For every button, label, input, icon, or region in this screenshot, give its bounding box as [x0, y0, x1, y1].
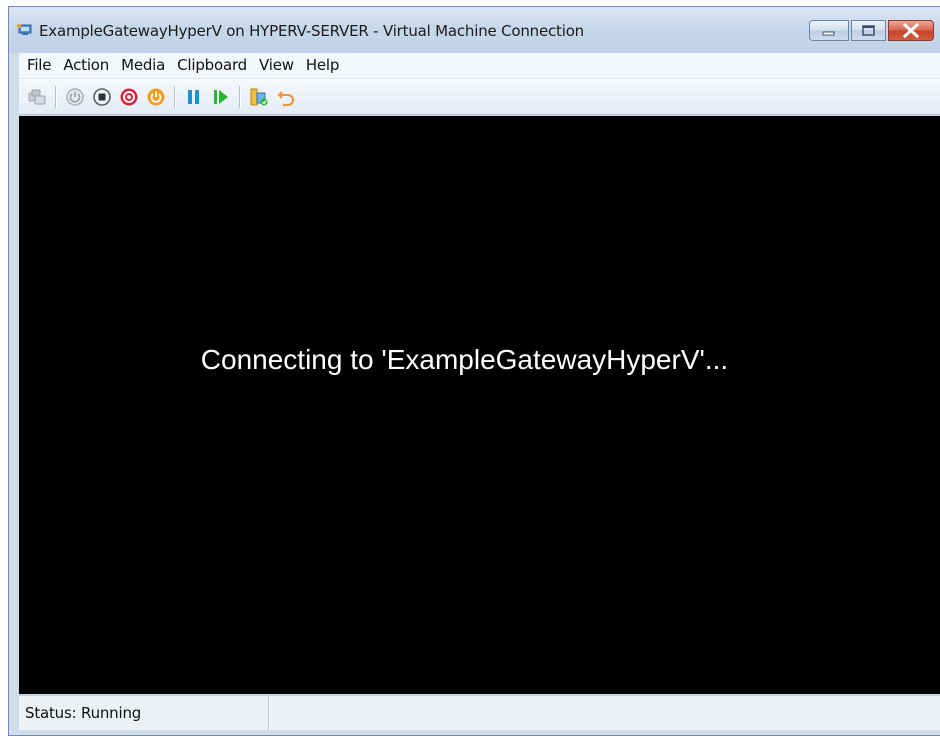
vm-connection-window: ExampleGatewayHyperV on HYPERV-SERVER - … — [8, 6, 940, 736]
menu-view[interactable]: View — [253, 53, 300, 78]
save-button[interactable] — [146, 87, 166, 107]
toolbar — [19, 79, 940, 115]
maximize-icon — [862, 25, 875, 36]
checkpoint-button[interactable] — [249, 87, 269, 107]
menu-file[interactable]: File — [19, 53, 57, 78]
close-button[interactable] — [888, 20, 934, 41]
start-button[interactable] — [65, 87, 85, 107]
title-bar[interactable]: ExampleGatewayHyperV on HYPERV-SERVER - … — [9, 7, 940, 53]
pause-button[interactable] — [184, 87, 204, 107]
revert-button[interactable] — [276, 87, 296, 107]
status-secondary-pane — [269, 696, 940, 730]
menu-action[interactable]: Action — [57, 53, 115, 78]
status-bar: Status: Running — [19, 695, 940, 730]
revert-icon — [277, 90, 294, 106]
menu-help[interactable]: Help — [300, 53, 345, 78]
status-text: Status: Running — [19, 696, 269, 730]
window-title: ExampleGatewayHyperV on HYPERV-SERVER - … — [39, 22, 584, 40]
minimize-button[interactable] — [809, 20, 849, 41]
maximize-button[interactable] — [851, 20, 886, 41]
toolbar-separator — [239, 85, 241, 108]
pause-icon — [188, 89, 199, 104]
close-icon — [902, 22, 920, 39]
vm-display[interactable]: Connecting to 'ExampleGatewayHyperV'... — [19, 116, 940, 694]
menu-media[interactable]: Media — [115, 53, 171, 78]
start-icon — [66, 87, 84, 106]
resume-button[interactable] — [211, 87, 231, 107]
menu-clipboard[interactable]: Clipboard — [171, 53, 253, 78]
resume-icon — [214, 89, 228, 104]
connecting-message: Connecting to 'ExampleGatewayHyperV'... — [200, 344, 729, 375]
toolbar-separator — [174, 85, 176, 108]
ctrl-alt-del-button[interactable] — [27, 87, 47, 107]
toolbar-separator — [55, 85, 57, 108]
turn-off-button[interactable] — [92, 87, 112, 107]
save-icon — [147, 88, 165, 105]
checkpoint-icon — [250, 88, 268, 105]
turn-off-icon — [93, 87, 111, 106]
caption-buttons — [809, 20, 934, 41]
minimize-icon — [822, 31, 835, 36]
shut-down-button[interactable] — [119, 87, 139, 107]
menu-bar: File Action Media Clipboard View Help — [19, 53, 940, 79]
vm-connection-icon — [16, 23, 34, 37]
shut-down-icon — [120, 88, 138, 105]
ctrl-alt-del-icon — [28, 89, 46, 104]
